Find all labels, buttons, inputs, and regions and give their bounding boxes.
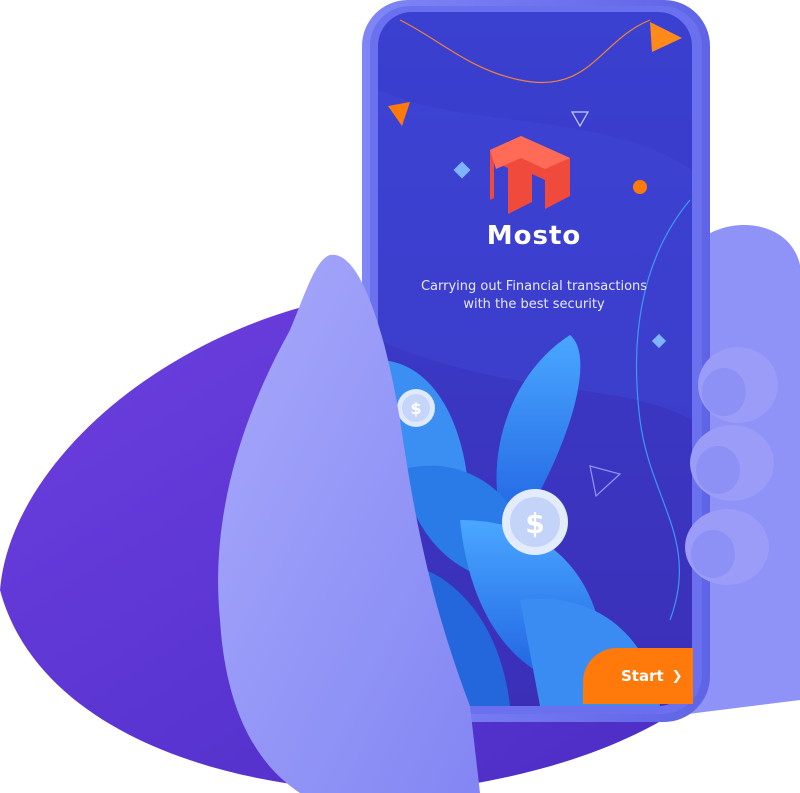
illustration: $ $ Mosto Carrying out Financial transac… <box>0 0 800 793</box>
chevron-right-icon: ❯ <box>671 668 683 684</box>
tagline-line-2: with the best security <box>463 297 605 312</box>
tagline-line-1: Carrying out Financial transactions <box>420 279 648 294</box>
app-tagline: Carrying out Financial transactions with… <box>378 278 690 314</box>
app-title: Mosto <box>486 221 582 251</box>
start-button[interactable]: Start ❯ <box>583 648 693 704</box>
start-button-label: Start <box>621 667 664 685</box>
thumb-shape <box>218 254 480 793</box>
